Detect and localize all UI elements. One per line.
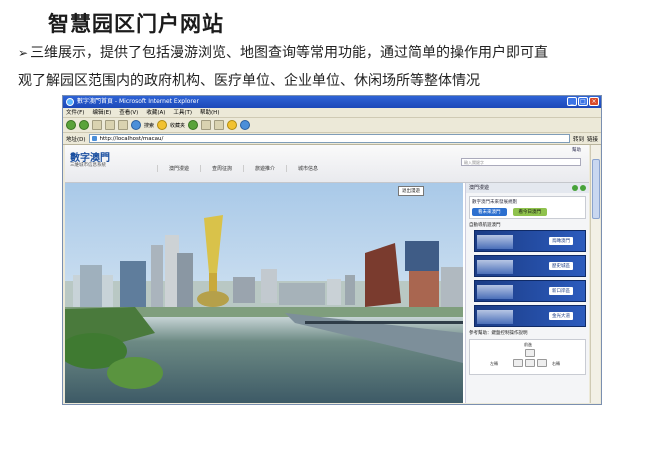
panel-back-icon[interactable]: [572, 185, 578, 191]
site-logo[interactable]: 數字澳門: [70, 149, 110, 164]
back-icon[interactable]: [66, 120, 76, 130]
go-button[interactable]: 转到: [573, 135, 584, 143]
menu-help[interactable]: 帮助(H): [200, 108, 219, 117]
menu-view[interactable]: 查看(V): [119, 108, 138, 117]
keyboard-control-diagram: 前進 左轉 右轉: [469, 339, 586, 375]
vertical-scrollbar[interactable]: [590, 145, 600, 403]
side-panel-title: 澳門漫遊: [469, 185, 490, 191]
down-key-icon: [525, 359, 535, 367]
future-macau-button[interactable]: 看未來澳門: [472, 208, 507, 216]
tour-tile-historic[interactable]: 歷史城區: [474, 255, 586, 277]
side-panel-header: 澳門漫遊: [466, 183, 589, 193]
tile-label: 金光大道: [549, 312, 573, 320]
address-label: 地址(D): [66, 136, 86, 143]
browser-window: 數字澳門首頁 - Microsoft Internet Explorer _ □…: [62, 95, 602, 405]
tour-tile-cotai[interactable]: 金光大道: [474, 305, 586, 327]
home-icon[interactable]: [118, 120, 128, 130]
search-icon[interactable]: [131, 120, 141, 130]
address-input[interactable]: http://localhost/macau/: [88, 134, 570, 143]
site-header: 數字澳門 三維城市信息系統 澳門漫遊 查周征詢 旅遊推介 城市信息 幫助 輸入關…: [65, 145, 589, 183]
up-key-icon: [525, 349, 535, 357]
bullet-text-line-1: ➢ 三维展示，提供了包括漫游浏览、地图查询等常用功能，通过简单的操作用户即可直: [18, 42, 548, 62]
auto-nav-title: 自動導航遊澳門: [469, 223, 501, 228]
browser-toolbar: 搜索 收藏夹: [63, 118, 601, 133]
menu-file[interactable]: 文件(F): [66, 108, 84, 117]
mail-icon[interactable]: [201, 120, 212, 130]
right-key-icon: [537, 359, 547, 367]
site-subtitle: 三維城市信息系統: [70, 163, 106, 168]
maximize-button[interactable]: □: [578, 97, 588, 106]
search-button-label[interactable]: 搜索: [144, 122, 154, 129]
bullet-text: 三维展示，提供了包括漫游浏览、地图查询等常用功能，通过简单的操作用户即可直: [30, 45, 549, 61]
close-button[interactable]: ×: [589, 97, 599, 106]
messenger-icon[interactable]: [240, 120, 251, 130]
ctrl-up-label: 前進: [524, 342, 532, 347]
forward-icon[interactable]: [79, 120, 89, 130]
site-search-input[interactable]: 輸入關鍵字: [461, 158, 581, 166]
bullet-text-line-2: 观了解园区范围内的政府机构、医疗单位、企业单位、休闲场所等整体情况: [18, 73, 480, 89]
nav-roaming[interactable]: 澳門漫遊: [157, 165, 200, 172]
ctrl-right-label: 右轉: [552, 361, 560, 366]
3d-city-view[interactable]: 退出漫遊: [65, 183, 463, 403]
left-key-icon: [513, 359, 523, 367]
exit-roaming-button[interactable]: 退出漫遊: [398, 186, 424, 196]
bullet-arrow-icon: ➢: [18, 46, 29, 60]
nav-city-info[interactable]: 城市信息: [286, 165, 329, 172]
tour-tile-nape[interactable]: 新口岸區: [474, 280, 586, 302]
menu-tools[interactable]: 工具(T): [173, 108, 192, 117]
ctrl-left-label: 左轉: [490, 361, 498, 366]
refresh-icon[interactable]: [105, 120, 115, 130]
folder-icon[interactable]: [227, 120, 238, 130]
menu-bar: 文件(F) 编辑(E) 查看(V) 收藏(A) 工具(T) 帮助(H): [63, 108, 601, 118]
history-icon[interactable]: [188, 120, 199, 130]
menu-edit[interactable]: 编辑(E): [92, 108, 111, 117]
address-bar: 地址(D) http://localhost/macau/ 转到 链接: [63, 133, 601, 145]
tile-label: 鳥瞰澳門: [549, 237, 573, 245]
favorites-star-icon[interactable]: [157, 120, 168, 130]
tour-tile-birdseye[interactable]: 鳥瞰澳門: [474, 230, 586, 252]
minimize-button[interactable]: _: [567, 97, 577, 106]
print-icon[interactable]: [214, 120, 225, 130]
keyboard-help-text: 參考幫助：鍵盤控制操作說明: [469, 331, 528, 336]
web-page: 數字澳門 三維城市信息系統 澳門漫遊 查周征詢 旅遊推介 城市信息 幫助 輸入關…: [65, 145, 589, 403]
future-plan-box: 數字澳門未來發展規劃 看未來澳門 看今日澳門: [469, 196, 586, 219]
tile-label: 歷史城區: [549, 262, 573, 270]
city-skyline-illustration: [65, 215, 463, 389]
nav-query[interactable]: 查周征詢: [200, 165, 243, 172]
window-titlebar[interactable]: 數字澳門首頁 - Microsoft Internet Explorer _ □…: [63, 96, 601, 108]
window-title: 數字澳門首頁 - Microsoft Internet Explorer: [77, 98, 199, 105]
nav-tourism[interactable]: 旅遊推介: [243, 165, 286, 172]
future-plan-caption: 數字澳門未來發展規劃: [472, 200, 517, 205]
site-nav: 澳門漫遊 查周征詢 旅遊推介 城市信息: [157, 165, 329, 172]
slide-title: 智慧园区门户网站: [48, 12, 224, 36]
tile-label: 新口岸區: [549, 287, 573, 295]
menu-favorites[interactable]: 收藏(A): [146, 108, 165, 117]
stop-icon[interactable]: [92, 120, 102, 130]
today-macau-button[interactable]: 看今日澳門: [512, 208, 547, 216]
help-link[interactable]: 幫助: [572, 147, 581, 153]
favorites-button-label[interactable]: 收藏夹: [170, 122, 185, 129]
ie-logo-icon: [66, 98, 74, 106]
panel-forward-icon[interactable]: [580, 185, 586, 191]
side-panel: 澳門漫遊 數字澳門未來發展規劃 看未來澳門 看今日澳門 自動導航遊澳門 鳥瞰澳門…: [465, 183, 589, 403]
scroll-thumb[interactable]: [592, 159, 600, 219]
links-button[interactable]: 链接: [587, 135, 598, 143]
